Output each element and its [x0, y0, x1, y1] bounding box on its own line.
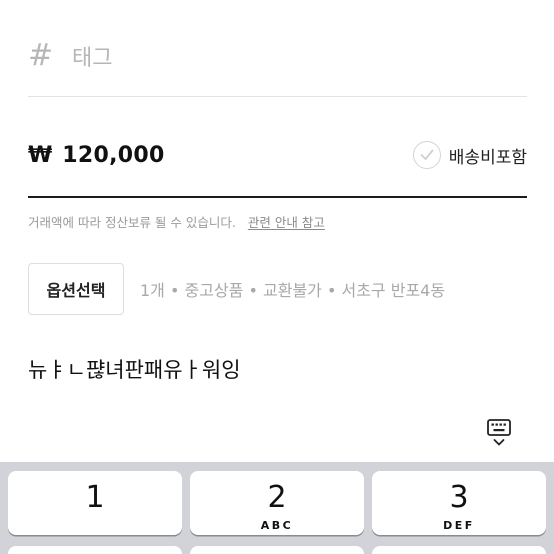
settlement-notice-text: 거래액에 따라 정산보류 될 수 있습니다. [28, 215, 236, 230]
tag-input[interactable]: # 태그 [28, 36, 528, 76]
key-3[interactable]: 3 DEF [372, 471, 546, 535]
keyboard-dismiss-icon[interactable] [486, 418, 512, 448]
key-letters: ABC [260, 519, 294, 532]
sell-item-form: # 태그 ₩ 120,000 배송비포함 거래액에 따라 정산보류 될 수 있습… [0, 0, 554, 554]
currency-symbol: ₩ [28, 142, 53, 168]
tag-divider [28, 96, 527, 97]
price-divider [28, 196, 527, 198]
notice-guide-link[interactable]: 관련 안내 참고 [248, 212, 325, 231]
key-5-partial[interactable] [190, 546, 364, 554]
key-6-partial[interactable] [372, 546, 546, 554]
option-row: 옵션선택 1개 • 중고상품 • 교환불가 • 서초구 반포4동 [28, 263, 445, 315]
shipping-included-label: 배송비포함 [448, 147, 527, 168]
settlement-notice: 거래액에 따라 정산보류 될 수 있습니다. 관련 안내 참고 [28, 212, 325, 231]
option-summary: 1개 • 중고상품 • 교환불가 • 서초구 반포4동 [140, 281, 446, 300]
hash-icon: # [28, 38, 54, 73]
price-row: ₩ 120,000 배송비포함 [28, 136, 527, 174]
tag-placeholder: 태그 [72, 46, 113, 71]
price-input[interactable]: 120,000 [62, 143, 413, 168]
key-letters: DEF [443, 519, 475, 532]
check-circle-icon[interactable] [412, 141, 441, 169]
description-input[interactable]: 뉴ㅑㄴ퍊녀판패유ㅏ워잉 [28, 354, 241, 384]
key-number: 2 [267, 480, 287, 515]
key-number: 3 [449, 480, 469, 515]
key-number: 1 [85, 480, 105, 515]
key-2[interactable]: 2 ABC [190, 471, 364, 535]
shipping-included-checkbox[interactable]: 배송비포함 [412, 141, 527, 169]
key-1[interactable]: 1 [8, 471, 182, 535]
numeric-keyboard: 1 2 ABC 3 DEF [0, 462, 554, 554]
key-4-partial[interactable] [8, 546, 182, 554]
option-select-button[interactable]: 옵션선택 [28, 263, 124, 315]
